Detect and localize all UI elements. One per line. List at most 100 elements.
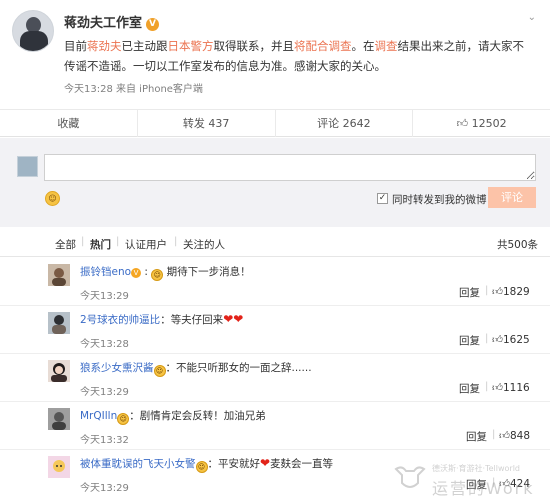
comment-body: 等夫仔回来: [170, 314, 224, 326]
comment-like-button[interactable]: 👍︎848: [499, 429, 530, 442]
topic-link[interactable]: 调查: [375, 39, 398, 53]
comment-text: 振铃铛eno V : ☺ 期待下一步消息！: [80, 266, 251, 281]
post-text-part: 取得联系，并且: [213, 39, 295, 53]
comment-like-count: 1829: [502, 286, 530, 298]
avatar-graphic: [48, 264, 70, 286]
comment-body-tail: 麦麸会一直等: [270, 458, 334, 470]
comment-text: 2号球衣的帅逼比：等夫仔回来❤❤: [80, 312, 244, 326]
commenter-avatar[interactable]: [48, 264, 70, 286]
commenter-name[interactable]: 2号球衣的帅逼比: [80, 314, 160, 326]
sync-repost-checkbox[interactable]: ✓: [377, 193, 388, 204]
emoji-icon: ☺: [151, 269, 164, 281]
avatar-graphic: [48, 456, 70, 478]
topic-link[interactable]: 将配合调查: [294, 39, 352, 53]
post-text-part: 目前: [64, 39, 87, 53]
comment-text: 狼系少女熏沢酱 ☺ ：不能只听那女的一面之辞......: [80, 362, 312, 377]
reply-button[interactable]: 回复: [459, 333, 480, 348]
comment-time: 今天13:32: [80, 435, 129, 446]
emoji-icon[interactable]: ☺: [45, 191, 60, 206]
avatar-graphic: [48, 312, 70, 334]
commenter-avatar[interactable]: [48, 408, 70, 430]
post-author[interactable]: 蒋劲夫工作室 V: [64, 12, 160, 31]
comment-like-count: 1625: [502, 334, 530, 346]
heart-icon: ❤: [260, 456, 271, 470]
author-avatar[interactable]: [12, 10, 54, 52]
comment-input[interactable]: [44, 154, 536, 181]
post-author-name[interactable]: 蒋劲夫工作室: [64, 16, 142, 31]
heart-icon: ❤❤: [223, 312, 244, 326]
comment-body: 平安就好: [218, 458, 260, 470]
comment-body: 期待下一步消息！: [166, 266, 251, 278]
action-divider: |: [492, 429, 496, 440]
comment-time: 今天13:29: [80, 483, 129, 494]
filter-all[interactable]: 全部: [55, 237, 76, 252]
commenter-avatar[interactable]: [48, 360, 70, 382]
like-button[interactable]: 👍︎ 12502: [413, 110, 550, 137]
post-meta: 今天13:28 来自 iPhone客户端: [64, 84, 203, 95]
submit-comment-button[interactable]: 评论: [488, 187, 536, 208]
post-actions-bar: 收藏 转发 437 评论 2642 👍︎ 12502: [0, 109, 550, 137]
commenter-avatar[interactable]: [48, 456, 70, 478]
reply-button[interactable]: 回复: [459, 381, 480, 396]
comment-item: 振铃铛eno V : ☺ 期待下一步消息！ 今天13:29 回复 | 👍︎1829: [0, 258, 550, 306]
verified-icon: V: [131, 268, 142, 278]
comment-item: 狼系少女熏沢酱 ☺ ：不能只听那女的一面之辞...... 今天13:29 回复 | …: [0, 354, 550, 402]
comment-like-button[interactable]: 👍︎1625: [492, 333, 530, 346]
repost-button[interactable]: 转发 437: [138, 110, 276, 137]
filter-following[interactable]: 关注的人: [183, 237, 225, 252]
mention-link[interactable]: 蒋劲夫: [87, 39, 122, 53]
avatar-body-shape: [20, 31, 48, 51]
collect-label: 收藏: [57, 117, 80, 130]
weibo-post: 蒋劲夫工作室 V ⌄ 目前蒋劲夫已主动跟日本警方取得联系，并且将配合调查。在调查结…: [0, 0, 550, 137]
comment-like-count: 848: [509, 430, 531, 442]
chevron-down-icon[interactable]: ⌄: [528, 12, 536, 23]
comment-time: 今天13:29: [80, 387, 129, 398]
comment-like-button[interactable]: 👍︎1829: [492, 285, 530, 298]
comment-like-count: 1116: [502, 382, 530, 394]
filter-divider: |: [81, 236, 85, 247]
comment-total-count: 共500条: [496, 239, 538, 251]
filter-verified[interactable]: 认证用户: [125, 237, 167, 252]
thumbs-up-icon: 👍︎: [456, 117, 469, 130]
watermark-big-text: 运营的Work: [432, 479, 535, 498]
action-divider: |: [485, 285, 489, 296]
comment-time: 今天13:29: [80, 291, 129, 302]
emoji-icon: ☺: [195, 461, 208, 473]
like-count: 12502: [471, 117, 507, 130]
avatar-graphic: [48, 360, 70, 382]
reply-button[interactable]: 回复: [466, 429, 487, 444]
topic-link[interactable]: 日本警方: [168, 39, 214, 53]
filter-hot[interactable]: 热门: [90, 237, 111, 252]
emoji-icon: ☺: [153, 365, 166, 377]
collect-button[interactable]: 收藏: [0, 110, 138, 137]
comment-item: MrQIlln ☺ ：剧情肯定会反转！加油兄弟 今天13:32 回复 | 👍︎848: [0, 402, 550, 450]
commenter-name[interactable]: MrQIlln: [80, 410, 117, 422]
current-user-avatar: [17, 156, 38, 177]
comment-filter-bar: 全部 | 热门 | 认证用户 | 关注的人 共500条: [0, 227, 550, 257]
commenter-avatar[interactable]: [48, 312, 70, 334]
action-divider: |: [485, 333, 489, 344]
commenter-name[interactable]: 振铃铛eno: [80, 266, 131, 278]
comment-button[interactable]: 评论 2642: [276, 110, 414, 137]
comment-label: 评论 2642: [317, 117, 371, 130]
avatar-graphic: [48, 408, 70, 430]
comment-like-button[interactable]: 👍︎1116: [492, 381, 530, 394]
comment-item: 2号球衣的帅逼比：等夫仔回来❤❤ 今天13:28 回复 | 👍︎1625: [0, 306, 550, 354]
commenter-name[interactable]: 被体重耽误的飞天小女警: [80, 458, 196, 470]
comment-body: 不能只听那女的一面之辞......: [176, 362, 312, 374]
comment-composer: ☺ ✓ 同时转发到我的微博 评论: [0, 138, 550, 227]
post-text: 目前蒋劲夫已主动跟日本警方取得联系，并且将配合调查。在调查结果出来之前，请大家不…: [64, 36, 534, 76]
post-text-part: 已主动跟: [121, 39, 168, 53]
comment-text: MrQIlln ☺ ：剧情肯定会反转！加油兄弟: [80, 410, 266, 425]
comment-time: 今天13:28: [80, 339, 129, 350]
action-divider: |: [485, 381, 489, 392]
watermark: 德沃斯·育游社·Tellworld 运营的Work: [392, 463, 542, 498]
verified-icon: V: [146, 18, 160, 31]
filter-divider: |: [174, 236, 178, 247]
reply-button[interactable]: 回复: [459, 285, 480, 300]
thumbs-up-icon: 👍︎: [492, 382, 503, 394]
bull-logo-icon: [394, 466, 426, 488]
sync-repost-label[interactable]: 同时转发到我的微博: [392, 192, 487, 207]
commenter-name[interactable]: 狼系少女熏沢酱: [80, 362, 154, 374]
thumbs-up-icon: 👍︎: [492, 334, 503, 346]
